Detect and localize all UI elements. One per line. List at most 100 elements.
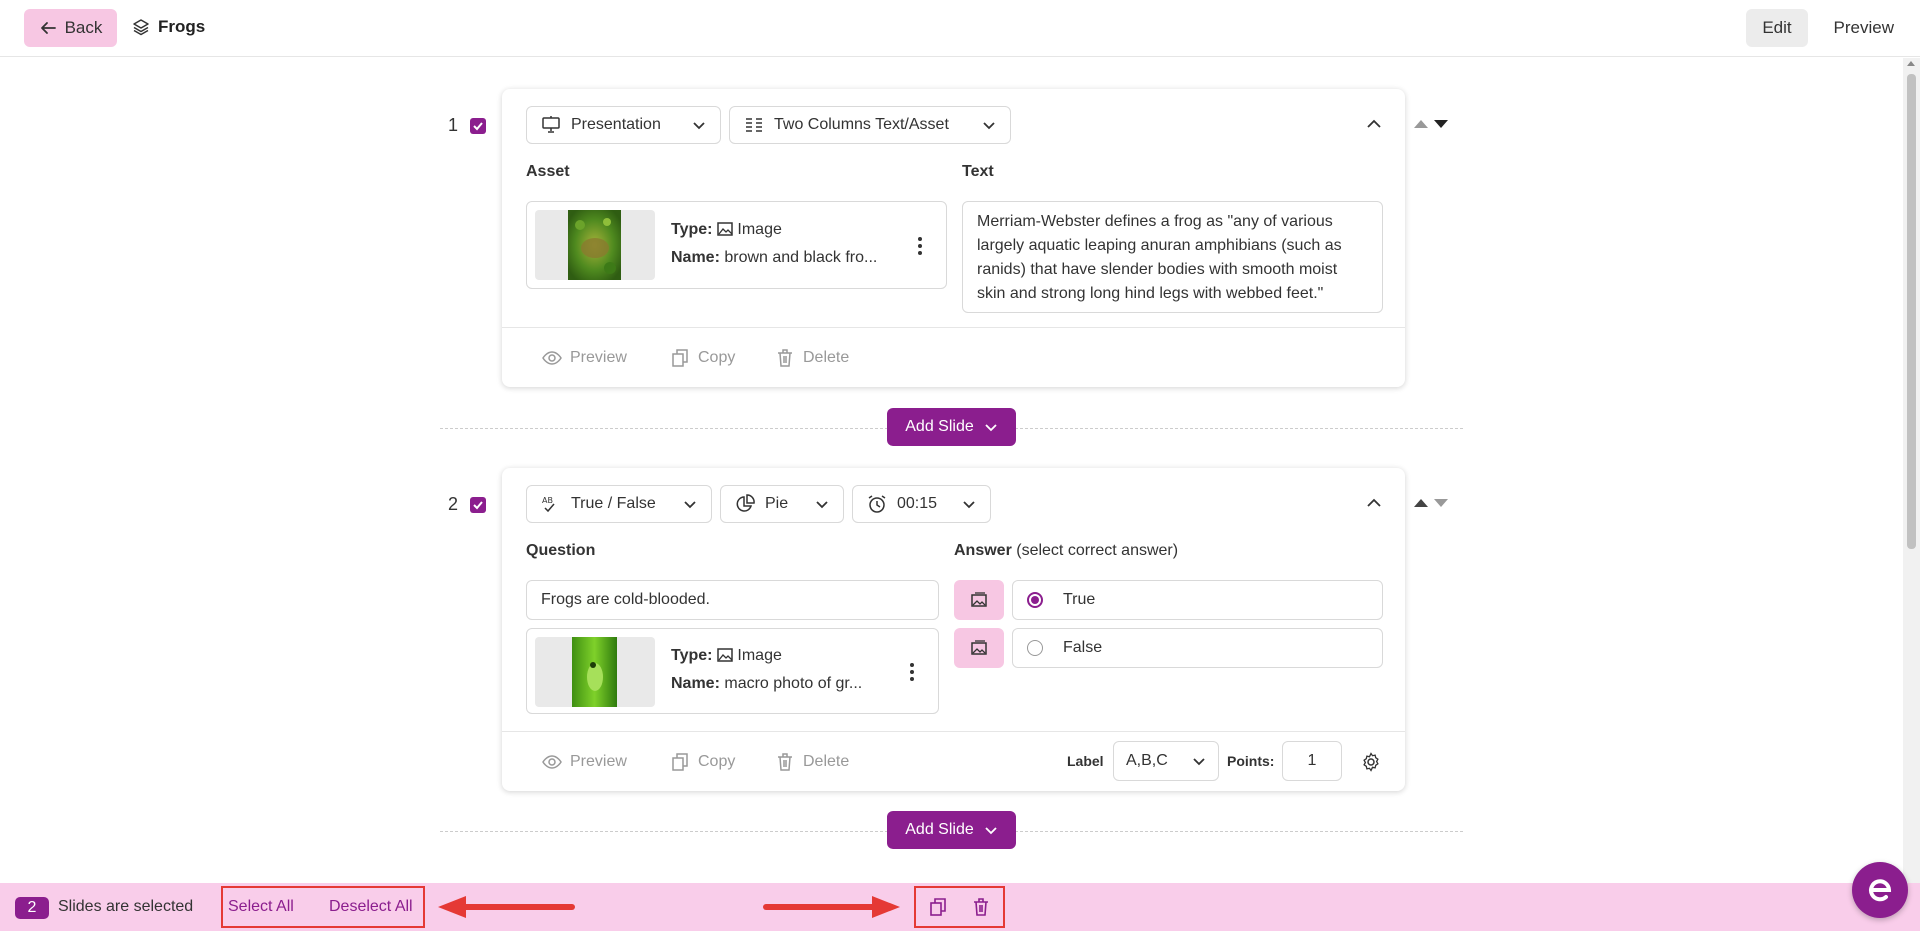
add-slide-button[interactable]: Add Slide — [887, 811, 1016, 849]
chevron-down-icon — [1193, 758, 1205, 766]
asset-name-row: Name: brown and black fro... — [671, 249, 878, 266]
copy-button[interactable]: Copy — [670, 348, 735, 368]
check-icon — [473, 122, 483, 131]
answer-2-row[interactable]: False — [1012, 628, 1383, 668]
answer-1-label: True — [1063, 591, 1096, 608]
asset-name-row: Name: macro photo of gr... — [671, 675, 863, 692]
question-asset-card: Type: Image Name: macro photo of gr... — [526, 628, 939, 714]
chat-assistant-button[interactable] — [1852, 862, 1908, 918]
chevron-down-icon — [816, 501, 828, 509]
slide-type-dropdown[interactable]: AB True / False — [526, 485, 712, 523]
move-down-icon[interactable] — [1434, 120, 1448, 128]
add-slide-button[interactable]: Add Slide — [887, 408, 1016, 446]
move-up-icon[interactable] — [1414, 120, 1428, 128]
edit-mode-button[interactable]: Edit — [1746, 9, 1808, 47]
slide-1-checkbox[interactable] — [470, 118, 486, 134]
gear-icon[interactable] — [1361, 752, 1381, 772]
preview-mode-button[interactable]: Preview — [1834, 9, 1894, 47]
svg-text:AB: AB — [542, 496, 553, 505]
asset-thumbnail — [535, 637, 655, 707]
timer-label: 00:15 — [897, 495, 938, 512]
check-icon — [473, 501, 483, 510]
preview-button[interactable]: Preview — [542, 348, 627, 368]
more-options-icon[interactable] — [910, 663, 914, 681]
delete-selected-icon[interactable] — [970, 896, 992, 918]
slide-2-reorder — [1414, 499, 1448, 507]
deck-title-text: Frogs — [158, 17, 206, 36]
layers-icon — [133, 19, 149, 36]
move-down-icon[interactable] — [1434, 499, 1448, 507]
slide-1-card: Presentation Two Columns Text/Asset Asse… — [502, 89, 1405, 387]
timer-dropdown[interactable]: 00:15 — [852, 485, 991, 523]
answer-1-image-button[interactable] — [954, 580, 1004, 620]
add-image-icon — [971, 640, 987, 655]
slide-text-input[interactable]: Merriam-Webster defines a frog as "any o… — [962, 201, 1383, 313]
copy-button[interactable]: Copy — [670, 752, 735, 772]
delete-button[interactable]: Delete — [775, 348, 849, 368]
preview-button[interactable]: Preview — [542, 752, 627, 772]
asset-info: Type: Image Name: brown and black fro... — [671, 216, 877, 272]
question-input[interactable]: Frogs are cold-blooded. — [526, 580, 939, 620]
scrollbar[interactable] — [1903, 58, 1920, 883]
copy-icon — [672, 753, 688, 771]
scrollbar-thumb[interactable] — [1907, 74, 1916, 549]
chevron-down-icon — [983, 122, 995, 130]
slide-2-card: AB True / False Pie 00:15 Question Answe… — [502, 468, 1405, 791]
deselect-all-link[interactable]: Deselect All — [329, 898, 413, 916]
answer-1-radio[interactable] — [1027, 592, 1043, 608]
chevron-up-icon[interactable] — [1365, 115, 1383, 133]
chart-type-dropdown[interactable]: Pie — [720, 485, 844, 523]
chevron-up-icon[interactable] — [1365, 494, 1383, 512]
chevron-down-icon — [985, 827, 997, 835]
back-label: Back — [64, 18, 103, 37]
chevron-down-icon — [693, 122, 705, 130]
copy-selected-icon[interactable] — [927, 896, 949, 918]
layout-dropdown[interactable]: Two Columns Text/Asset — [729, 106, 1011, 144]
label-key: Label — [1067, 753, 1104, 769]
answer-2-image-button[interactable] — [954, 628, 1004, 668]
selected-count-badge: 2 — [15, 897, 49, 919]
back-button[interactable]: Back — [24, 9, 117, 47]
eye-icon — [542, 351, 562, 365]
chevron-down-icon — [963, 501, 975, 509]
select-all-link[interactable]: Select All — [228, 898, 294, 916]
chart-type-label: Pie — [765, 495, 789, 512]
selected-text: Slides are selected — [58, 898, 194, 915]
slide-2-number: 2 — [448, 494, 459, 514]
points-input[interactable]: 1 — [1282, 741, 1342, 781]
image-icon — [717, 222, 733, 236]
slide-1-footer: Preview Copy Delete — [502, 327, 1405, 387]
trash-icon — [778, 753, 792, 771]
label-style-value: A,B,C — [1126, 752, 1168, 769]
answer-2-label: False — [1063, 639, 1103, 656]
slide-2-footer: Preview Copy Delete Label A,B,C Points: … — [502, 731, 1405, 791]
slide-2-checkbox[interactable] — [470, 497, 486, 513]
true-false-icon: AB — [542, 496, 555, 513]
top-bar: Back Frogs Edit Preview — [0, 0, 1920, 57]
image-icon — [717, 648, 733, 662]
scroll-up-arrow-icon[interactable] — [1907, 61, 1915, 66]
layout-label: Two Columns Text/Asset — [774, 116, 949, 133]
alarm-clock-icon — [868, 495, 886, 513]
label-style-dropdown[interactable]: A,B,C — [1113, 741, 1219, 781]
copy-icon — [672, 349, 688, 367]
question-heading: Question — [526, 542, 596, 559]
pie-chart-icon — [736, 494, 755, 512]
answer-1-row[interactable]: True — [1012, 580, 1383, 620]
asset-heading: Asset — [526, 163, 570, 180]
move-up-icon[interactable] — [1414, 499, 1428, 507]
slide-type-dropdown[interactable]: Presentation — [526, 106, 721, 144]
delete-button[interactable]: Delete — [775, 752, 849, 772]
points-key: Points: — [1227, 753, 1275, 769]
answer-2-radio[interactable] — [1027, 640, 1043, 656]
more-options-icon[interactable] — [918, 237, 922, 255]
add-image-icon — [971, 592, 987, 607]
brand-e-icon — [1869, 879, 1892, 902]
text-heading: Text — [962, 163, 994, 180]
annotation-arrow-left-icon — [438, 896, 575, 918]
slide-1-reorder — [1414, 120, 1448, 128]
arrow-left-icon — [40, 22, 56, 34]
chevron-down-icon — [985, 424, 997, 432]
frog-image — [568, 210, 621, 280]
slide-type-label: Presentation — [571, 116, 661, 133]
